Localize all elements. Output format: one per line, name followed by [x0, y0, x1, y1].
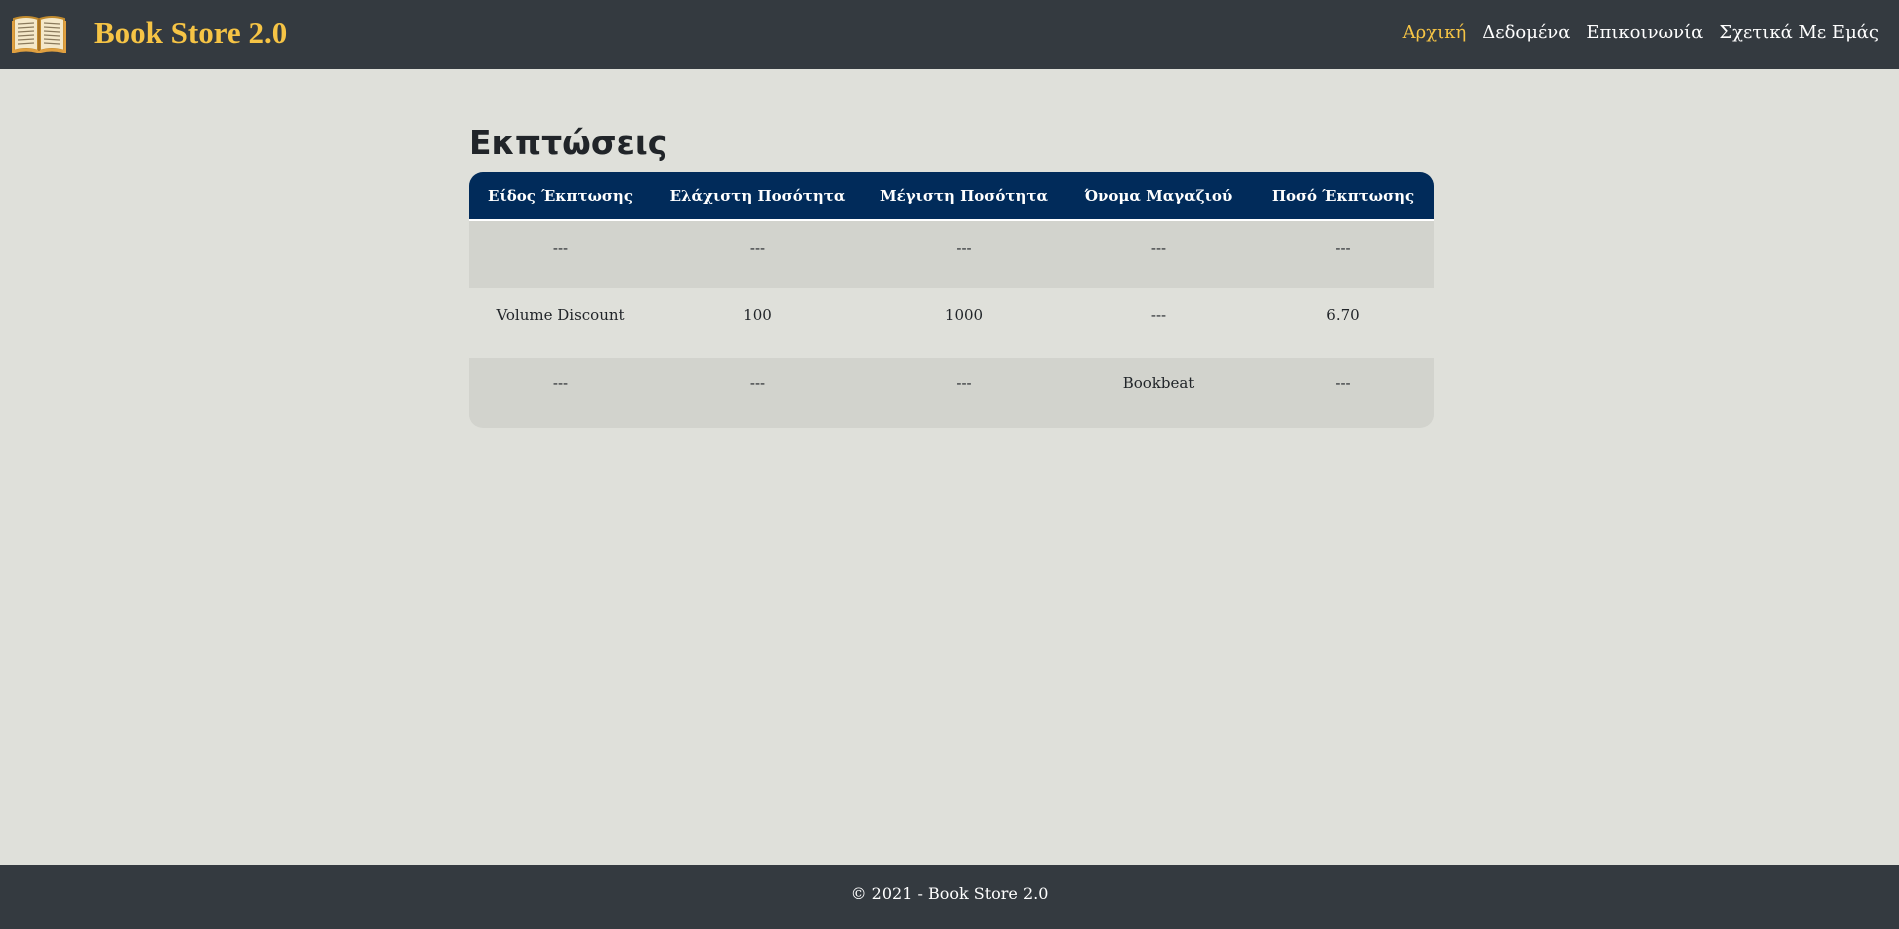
column-header-min-quantity: Ελάχιστη Ποσότητα [669, 186, 846, 205]
discounts-table: Είδος Έκπτωσης Ελάχιστη Ποσότητα Μέγιστη… [469, 172, 1434, 426]
table-row: Volume Discount 100 1000 --- 6.70 [469, 288, 1434, 358]
table-cell: --- [956, 239, 972, 257]
table-cell: --- [1150, 306, 1167, 324]
table-cell: Bookbeat [1122, 374, 1195, 392]
column-header-store-name: Όνομα Μαγαζιού [1084, 186, 1233, 205]
nav-link-about[interactable]: Σχετικά Με Εμάς [1719, 20, 1879, 46]
column-header-discount-amount: Ποσό Έκπτωσης [1271, 186, 1415, 205]
table-cell: Volume Discount [496, 306, 625, 324]
table-cell: 100 [743, 306, 772, 324]
open-book-icon[interactable] [11, 13, 67, 55]
table-cell: --- [1335, 239, 1351, 257]
column-header-max-quantity: Μέγιστη Ποσότητα [879, 186, 1049, 205]
nav-links: Αρχική Δεδομένα Επικοινωνία Σχετικά Με Ε… [1403, 20, 1879, 46]
table-cell: --- [956, 374, 972, 392]
nav-link-contact[interactable]: Επικοινωνία [1586, 20, 1703, 46]
table-cell: --- [1335, 374, 1351, 392]
table-cell: --- [552, 239, 569, 257]
table-cell: --- [1150, 239, 1167, 257]
table-cell: 1000 [944, 306, 984, 324]
page-title: Εκπτώσεις [469, 123, 668, 162]
brand-link[interactable]: Book Store 2.0 [94, 15, 287, 51]
table-cell: 6.70 [1326, 306, 1360, 324]
table-row: --- --- --- --- --- [469, 220, 1434, 288]
table-row: --- --- --- Bookbeat --- [469, 358, 1434, 426]
navbar: Book Store 2.0 Αρχική Δεδομένα Επικοινων… [0, 0, 1899, 69]
table-header-row: Είδος Έκπτωσης Ελάχιστη Ποσότητα Μέγιστη… [469, 172, 1434, 220]
footer: © 2021 - Book Store 2.0 [0, 865, 1899, 929]
table-cell: --- [749, 374, 766, 392]
discounts-table-container: Είδος Έκπτωσης Ελάχιστη Ποσότητα Μέγιστη… [469, 172, 1434, 428]
table-cell: --- [552, 374, 569, 392]
footer-copyright: © 2021 - Book Store 2.0 [850, 884, 1049, 903]
nav-link-data[interactable]: Δεδομένα [1482, 20, 1570, 46]
column-header-discount-type: Είδος Έκπτωσης [488, 186, 633, 205]
table-cell: --- [749, 239, 766, 257]
nav-link-home[interactable]: Αρχική [1403, 20, 1467, 46]
